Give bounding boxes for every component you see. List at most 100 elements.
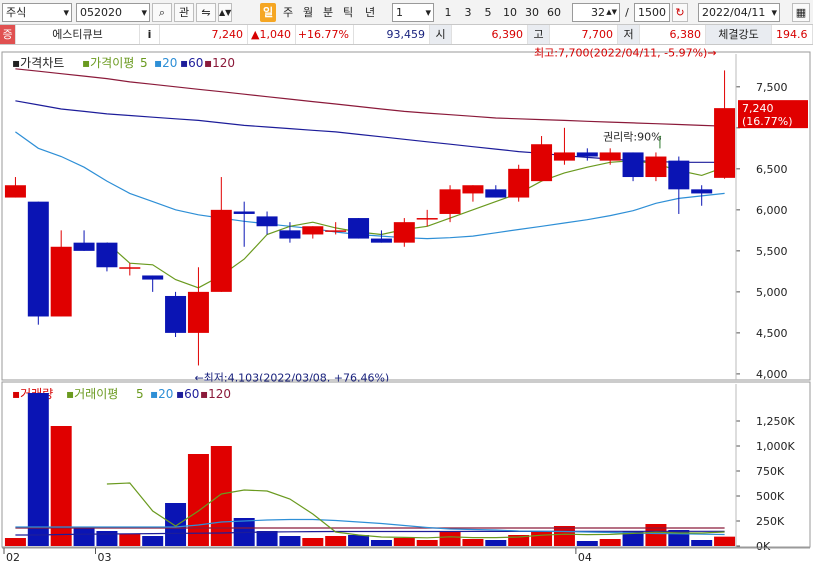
volume-legend-item: 5 [136,387,144,401]
price-candle[interactable] [622,152,644,178]
price-candle[interactable] [691,189,713,194]
price-candle[interactable] [599,152,621,161]
count-input[interactable]: 32 ▲▼ [572,3,620,22]
interval-30-button[interactable]: 30 [522,3,542,22]
price-candle[interactable] [485,189,507,198]
ex-rights-annotation: 권리락:90% [603,130,662,143]
period-tick-button[interactable]: 틱 [340,3,356,22]
volume-bar[interactable] [142,536,164,546]
price-legend-item: ▪20 [154,56,177,70]
interest-button[interactable]: 관 [174,3,194,22]
updown-stepper[interactable]: ▲▼ [218,3,232,22]
volume-bar[interactable] [576,541,598,546]
price-candle[interactable] [165,295,187,333]
volume-bar[interactable] [439,531,461,546]
volume-bar[interactable] [348,535,370,546]
price-candle[interactable] [142,275,164,280]
interval-select-value: 1 [396,6,403,19]
volume-bar[interactable] [256,531,278,546]
price-candle[interactable] [50,246,72,317]
period-month-button[interactable]: 월 [300,3,316,22]
interval-3-button[interactable]: 3 [460,3,476,22]
price-candle[interactable] [531,144,553,182]
interval-5-button[interactable]: 5 [480,3,496,22]
price-candle[interactable] [416,218,438,220]
stock-name: 에스티큐브 [16,25,140,44]
volume-axis-label: 500K [756,490,785,503]
price-change-pct: +16.77% [296,25,354,44]
volume-bar[interactable] [485,540,507,546]
trade-strength: 194.6 [772,25,813,44]
info-button[interactable]: i [140,25,160,44]
date-value: 2022/04/11 [702,6,766,19]
interval-select[interactable]: 1 ▾ [392,3,434,22]
price-candle[interactable] [325,230,347,232]
period-minute-button[interactable]: 분 [320,3,336,22]
link-button[interactable]: ⇋ [196,3,216,22]
count-separator: / [625,6,629,19]
price-candle[interactable] [233,211,255,214]
volume-bar[interactable] [462,539,484,546]
date-select[interactable]: 2022/04/11 ▾ [698,3,780,22]
calendar-button[interactable]: ▦ [792,3,810,22]
price-candle[interactable] [187,291,209,333]
interval-60-button[interactable]: 60 [544,3,564,22]
volume-bar[interactable] [73,528,95,546]
price-candle[interactable] [645,156,667,178]
volume-bar[interactable] [325,536,347,546]
volume-bar[interactable] [96,531,118,546]
volume-bar[interactable] [370,540,392,546]
period-year-button[interactable]: 년 [362,3,378,22]
price-candle[interactable] [96,242,118,268]
stock-code-input[interactable]: 052020 ▾ [76,3,150,22]
total-count-field[interactable]: 1500 [634,3,670,22]
volume-bar[interactable] [691,540,713,546]
price-candle[interactable] [576,152,598,157]
volume-bar[interactable] [165,503,187,546]
volume-bar[interactable] [119,534,141,546]
stock-chart[interactable]: 4,000 4,500 5,000 5,500 6,000 6,500 7,500 ▪가격차트… [0,46,813,566]
price-candle[interactable] [119,267,141,269]
volume-bar[interactable] [187,454,209,546]
volume-bar[interactable] [599,539,621,546]
volume-bar[interactable] [645,524,667,546]
volume-bar[interactable] [302,538,324,546]
volume-bar[interactable] [279,536,301,546]
price-candle[interactable] [256,216,278,227]
price-candle[interactable] [370,238,392,243]
price-candle[interactable] [4,185,26,198]
count-value: 32 [591,6,605,19]
current-price-label: 7,240 [742,102,774,115]
interval-10-button[interactable]: 10 [500,3,520,22]
price-axis-label: 4,000 [756,368,788,381]
price-candle[interactable] [462,185,484,194]
price-candle[interactable] [668,160,690,190]
volume-bar[interactable] [393,538,415,546]
price-candle[interactable] [393,222,415,243]
price-candle[interactable] [553,152,575,161]
volume-bar[interactable] [4,538,26,546]
period-day-button[interactable]: 일 [260,3,276,22]
price-candle[interactable] [73,242,95,251]
price-candle[interactable] [439,189,461,214]
price-candle[interactable] [348,218,370,239]
interval-1-button[interactable]: 1 [440,3,456,22]
volume-bar[interactable] [416,540,438,546]
volume-bar[interactable] [27,393,49,546]
x-axis-label: 03 [98,551,112,564]
volume-bar[interactable] [714,536,736,546]
market-select[interactable]: 주식 ▾ [2,3,72,22]
reset-button[interactable]: ↻ [672,3,688,22]
price-candle[interactable] [508,168,530,198]
volume-bar[interactable] [210,446,232,546]
market-select-value: 주식 [6,6,27,19]
search-button[interactable]: ⌕ [152,3,172,22]
price-candle[interactable] [302,226,324,235]
price-candle[interactable] [210,209,232,292]
volume-bar[interactable] [553,526,575,546]
volume-bar[interactable] [531,531,553,546]
price-candle[interactable] [279,230,301,239]
price-candle[interactable] [27,201,49,317]
price-candle[interactable] [714,108,736,178]
period-week-button[interactable]: 주 [280,3,296,22]
